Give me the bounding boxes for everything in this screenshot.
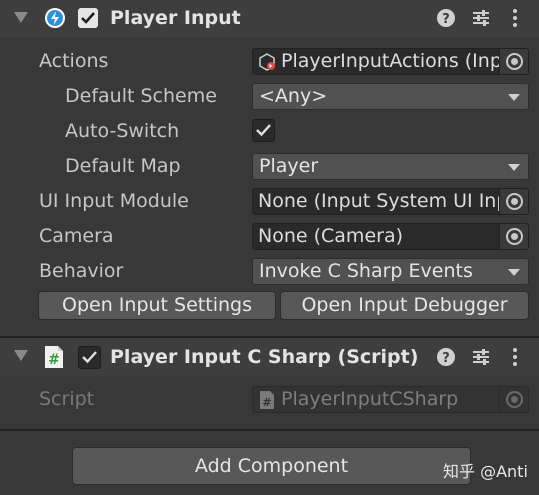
svg-text:#: # xyxy=(262,396,271,409)
camera-value: None (Camera) xyxy=(258,225,403,247)
default-map-dropdown[interactable]: Player xyxy=(252,153,529,180)
open-input-debugger-button[interactable]: Open Input Debugger xyxy=(280,291,529,320)
player-input-header[interactable]: Player Input ? xyxy=(0,0,539,38)
chevron-down-icon xyxy=(508,269,520,276)
input-system-icon xyxy=(44,7,66,29)
preset-icon[interactable] xyxy=(471,8,491,28)
auto-switch-label: Auto-Switch xyxy=(65,120,180,142)
csharp-script-icon: # xyxy=(259,390,275,412)
default-map-value: Player xyxy=(259,155,319,177)
component-title: Player Input C Sharp (Script) xyxy=(110,346,419,368)
actions-value: PlayerInputActions (Inp xyxy=(281,50,502,72)
actions-label: Actions xyxy=(39,50,109,72)
default-scheme-dropdown[interactable]: <Any> xyxy=(252,83,529,110)
open-input-settings-button[interactable]: Open Input Settings xyxy=(38,291,276,320)
camera-picker-icon[interactable] xyxy=(499,224,528,249)
more-icon[interactable] xyxy=(505,8,525,28)
script-object-field: # PlayerInputCSharp xyxy=(252,386,529,413)
ui-input-module-value: None (Input System UI Inp xyxy=(258,190,509,212)
player-input-enabled-checkbox[interactable] xyxy=(78,8,98,28)
chevron-down-icon xyxy=(508,94,520,101)
script-enabled-checkbox[interactable] xyxy=(78,346,101,369)
component-divider xyxy=(0,429,539,431)
behavior-dropdown[interactable]: Invoke C Sharp Events xyxy=(252,258,529,285)
more-icon[interactable] xyxy=(505,347,525,367)
actions-object-field[interactable]: PlayerInputActions (Inp xyxy=(252,48,529,75)
auto-switch-checkbox[interactable] xyxy=(252,119,275,142)
input-actions-asset-icon xyxy=(258,53,276,74)
ui-input-module-label: UI Input Module xyxy=(39,190,189,212)
foldout-arrow-icon[interactable] xyxy=(14,350,28,361)
help-icon[interactable]: ? xyxy=(436,347,456,367)
script-picker-icon xyxy=(499,387,528,412)
chevron-down-icon xyxy=(508,164,520,171)
add-component-button[interactable]: Add Component xyxy=(72,447,471,485)
script-value: PlayerInputCSharp xyxy=(281,388,459,410)
help-icon[interactable]: ? xyxy=(436,8,456,28)
camera-object-field[interactable]: None (Camera) xyxy=(252,223,529,250)
csharp-script-icon: # xyxy=(44,345,64,369)
default-scheme-label: Default Scheme xyxy=(65,85,217,107)
foldout-arrow-icon[interactable] xyxy=(14,12,28,23)
ui-input-module-object-field[interactable]: None (Input System UI Inp xyxy=(252,188,529,215)
svg-text:?: ? xyxy=(442,351,450,366)
component-title: Player Input xyxy=(110,7,241,29)
svg-text:?: ? xyxy=(442,12,450,27)
behavior-label: Behavior xyxy=(39,260,124,282)
default-map-label: Default Map xyxy=(65,155,181,177)
ui-input-module-picker-icon[interactable] xyxy=(499,189,528,214)
camera-label: Camera xyxy=(39,225,114,247)
script-component-header[interactable]: # Player Input C Sharp (Script) ? xyxy=(0,338,539,376)
svg-text:#: # xyxy=(48,352,60,368)
script-label: Script xyxy=(39,388,95,410)
preset-icon[interactable] xyxy=(471,347,491,367)
actions-picker-icon[interactable] xyxy=(499,49,528,74)
behavior-value: Invoke C Sharp Events xyxy=(259,260,473,282)
watermark-text: 知乎 @Anti xyxy=(443,462,528,481)
default-scheme-value: <Any> xyxy=(259,85,328,107)
